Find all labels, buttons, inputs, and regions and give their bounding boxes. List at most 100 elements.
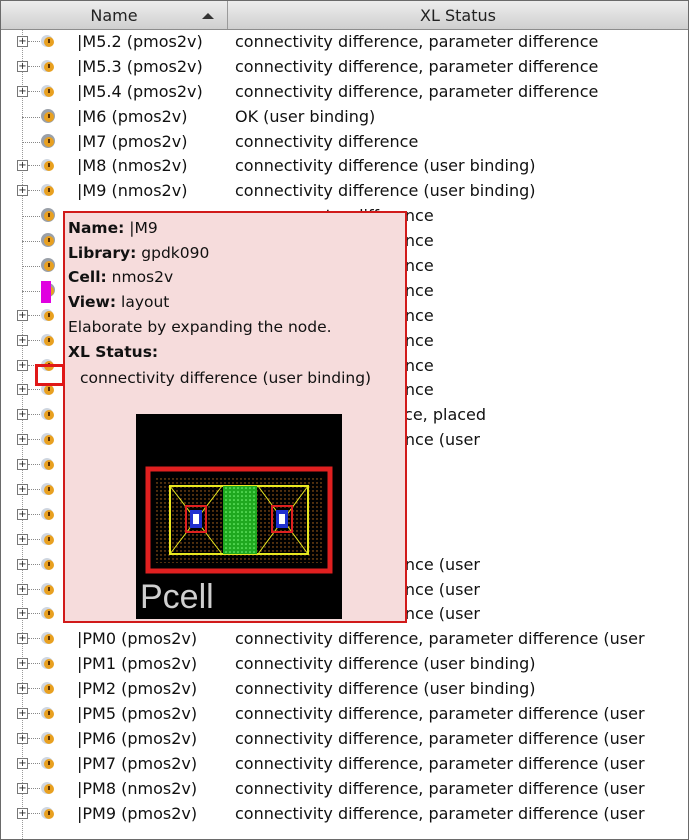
xl-status-cell: connectivity difference, parameter diffe… [235, 753, 645, 773]
tree-connector [28, 663, 40, 665]
pcell-layout-preview: Pcell [136, 414, 342, 619]
plus-box-icon[interactable]: + [17, 558, 28, 570]
instance-icon [41, 483, 54, 496]
plus-box-icon[interactable]: + [17, 36, 28, 47]
xl-status-cell: connectivity difference, parameter diffe… [235, 803, 645, 823]
tooltip-status-label-line: XL Status: [68, 343, 158, 361]
instance-icon [41, 133, 55, 148]
sort-ascending-icon [202, 13, 214, 19]
instance-icon [41, 84, 54, 97]
tree-row[interactable]: + |M5.4 (pmos2v) connectivity difference, … [1, 80, 688, 105]
tree-connector [28, 563, 40, 565]
tree-connector [28, 713, 40, 715]
instance-name: |M5.2 (pmos2v) [77, 32, 203, 51]
plus-box-icon[interactable]: + [17, 334, 28, 346]
plus-box-icon[interactable]: + [17, 359, 28, 371]
xl-status-cell: connectivity difference, parameter diffe… [235, 56, 599, 76]
xl-status-column-header[interactable]: XL Status [228, 1, 688, 29]
plus-box-icon[interactable]: + [17, 409, 28, 421]
instance-name: |PM8 (nmos2v) [77, 778, 198, 798]
tree-row[interactable]: + |PM8 (nmos2v) connectivity difference, p… [1, 777, 688, 802]
tooltip-cell-label: Cell: [68, 268, 107, 286]
plus-box-icon[interactable]: + [17, 807, 28, 819]
tree-row[interactable]: + |M5.3 (pmos2v) connectivity difference, … [1, 55, 688, 80]
plus-box-icon[interactable]: + [17, 484, 28, 496]
tree-row[interactable]: + |M5.2 (pmos2v) connectivity difference, … [1, 30, 688, 55]
instance-icon [41, 756, 54, 769]
instance-icon [41, 632, 54, 645]
tooltip-status-label: XL Status: [68, 343, 159, 361]
instance-tree-panel: Name XL Status + |M5.2 (pmos2v) connectivi… [0, 0, 689, 840]
tree-connector [28, 165, 40, 167]
tree-row[interactable]: + |PM9 (pmos2v) connectivity difference, p… [1, 802, 688, 827]
plus-box-icon[interactable]: + [17, 85, 28, 97]
plus-box-icon[interactable]: + [17, 384, 28, 396]
tree-connector [28, 464, 40, 466]
plus-box-icon[interactable]: + [17, 757, 28, 769]
instance-icon [41, 781, 54, 794]
instance-name: |PM6 (pmos2v) [77, 728, 198, 748]
instance-icon [41, 433, 54, 446]
instance-name: |PM2 (pmos2v) [77, 679, 198, 699]
tree-connector [28, 538, 40, 540]
plus-box-icon[interactable]: + [17, 309, 28, 321]
tooltip-cell-value: nmos2v [111, 268, 174, 286]
instance-icon [41, 233, 55, 248]
instance-icon [41, 731, 54, 744]
plus-box-icon[interactable]: + [17, 683, 28, 695]
xl-status-cell: connectivity difference, parameter diffe… [235, 32, 599, 51]
tree-connector [22, 266, 40, 268]
plus-box-icon[interactable]: + [17, 160, 28, 172]
plus-box-icon[interactable]: + [17, 583, 28, 595]
plus-box-icon[interactable]: + [17, 508, 28, 520]
xl-status-cell: OK (user binding) [235, 106, 376, 126]
tree-connector [28, 688, 40, 690]
tree-connector [28, 489, 40, 491]
instance-name: |M7 (pmos2v) [77, 131, 188, 151]
xl-status-cell: connectivity difference, parameter diffe… [235, 81, 599, 101]
plus-box-icon[interactable]: + [17, 633, 28, 645]
instance-icon [41, 682, 54, 695]
plus-box-icon[interactable]: + [17, 658, 28, 670]
tree-row[interactable]: + |M8 (nmos2v) connectivity difference (us… [1, 154, 688, 179]
plus-box-icon[interactable]: + [17, 60, 28, 72]
tree-row[interactable]: + |PM7 (pmos2v) connectivity difference, p… [1, 752, 688, 777]
tree-row[interactable]: |M6 (pmos2v) OK (user binding) [1, 105, 688, 130]
plus-box-icon[interactable]: + [17, 708, 28, 720]
tree-connector [28, 812, 40, 814]
plus-box-icon[interactable]: + [17, 185, 28, 197]
tree-connector [28, 787, 40, 789]
instance-icon [41, 333, 54, 346]
instance-icon [41, 258, 55, 273]
tree-connector [22, 216, 40, 218]
xl-status-cell: connectivity difference, parameter diffe… [235, 728, 645, 748]
tooltip-name-line: Name: |M9 [68, 219, 158, 237]
tree-connector [28, 513, 40, 515]
instance-icon [41, 582, 54, 595]
tree-row[interactable]: + |PM2 (pmos2v) connectivity difference (u… [1, 677, 688, 702]
tree-row[interactable]: |M7 (pmos2v) connectivity difference [1, 130, 688, 155]
instance-icon [41, 108, 55, 123]
tree-row[interactable]: + |PM1 (pmos2v) connectivity difference (u… [1, 652, 688, 677]
tree-row[interactable]: + |M9 (nmos2v) connectivity difference (us… [1, 179, 688, 204]
name-column-header[interactable]: Name [1, 1, 228, 29]
plus-box-icon[interactable]: + [17, 459, 28, 471]
instance-name: |PM0 (pmos2v) [77, 629, 198, 649]
instance-icon [41, 707, 54, 720]
tree-row[interactable]: + |PM5 (pmos2v) connectivity difference, p… [1, 702, 688, 727]
tooltip-library-label: Library: [68, 244, 137, 262]
plus-box-icon[interactable]: + [17, 434, 28, 446]
tooltip-name-label: Name: [68, 219, 125, 237]
tree-row[interactable]: + |PM6 (pmos2v) connectivity difference, p… [1, 727, 688, 752]
xl-status-cell: connectivity difference (user binding) [235, 181, 536, 201]
tooltip-library-value: gpdk090 [141, 244, 210, 262]
instance-icon [41, 557, 54, 570]
xl-status-cell: connectivity difference, parameter diffe… [235, 704, 645, 724]
tree-connector [28, 41, 40, 42]
tree-connector [28, 389, 40, 391]
plus-box-icon[interactable]: + [17, 782, 28, 794]
plus-box-icon[interactable]: + [17, 608, 28, 620]
plus-box-icon[interactable]: + [17, 533, 28, 545]
tree-row[interactable]: + |PM0 (pmos2v) connectivity difference, p… [1, 627, 688, 652]
plus-box-icon[interactable]: + [17, 732, 28, 744]
